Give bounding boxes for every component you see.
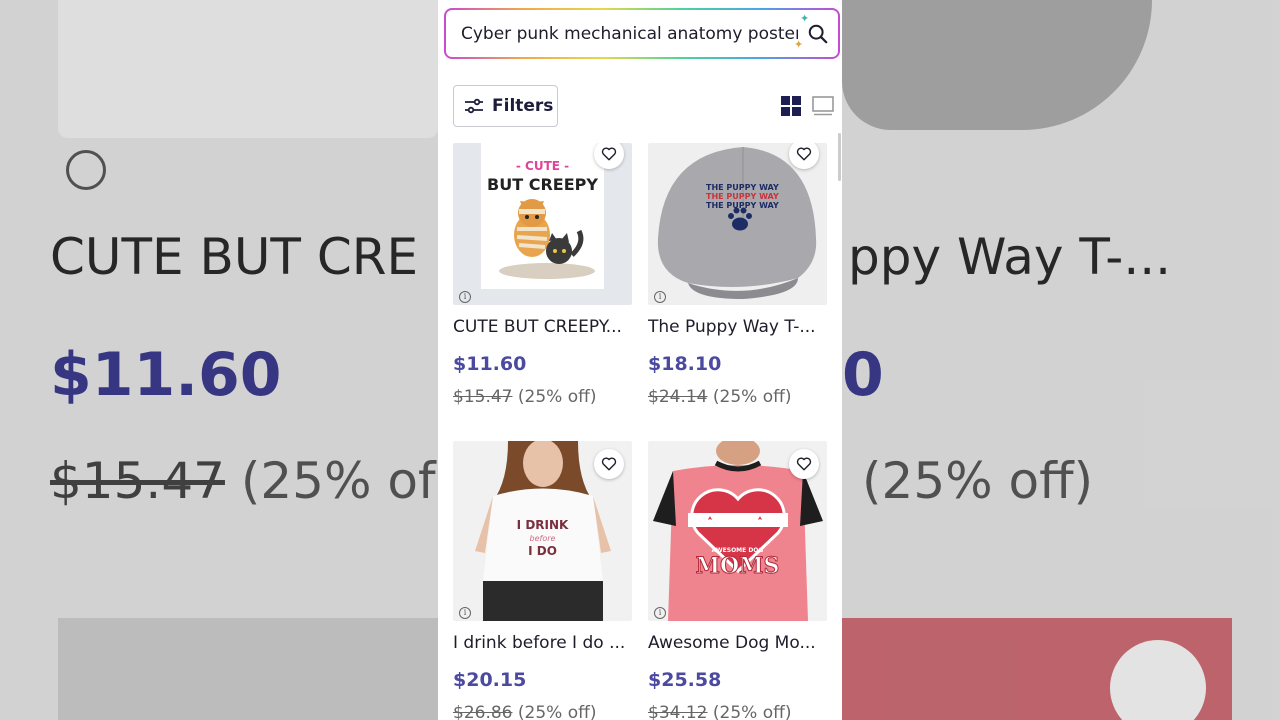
search-input[interactable]: Cyber punk mechanical anatomy posters: [461, 24, 798, 44]
info-icon[interactable]: i: [654, 607, 666, 619]
scrollbar[interactable]: [838, 133, 841, 181]
shirt-print: I DRINK before I DO: [453, 519, 632, 558]
favorite-button[interactable]: [594, 449, 624, 479]
product-card[interactable]: AWESOME DOG MOMS i Awesome Dog Mo... $25…: [648, 441, 827, 720]
original-price: $15.47: [453, 387, 513, 407]
shirt-print-line: MOMS: [695, 553, 780, 580]
filters-button[interactable]: Filters: [453, 85, 558, 127]
original-price: $24.14: [648, 387, 708, 407]
product-title[interactable]: The Puppy Way T-...: [648, 317, 827, 337]
heart-icon: [601, 147, 617, 161]
product-title[interactable]: Awesome Dog Mo...: [648, 633, 827, 653]
single-view-icon[interactable]: [812, 96, 834, 116]
sliders-icon: [465, 98, 483, 114]
paw-print-icon: [728, 207, 752, 231]
shirt-print-line: I DRINK: [516, 518, 569, 532]
poster-text-creepy: BUT CREEPY: [487, 175, 598, 194]
discount-label: (25% off): [517, 703, 597, 720]
info-icon[interactable]: i: [459, 291, 471, 303]
grid-view-icon[interactable]: [781, 96, 801, 116]
product-price: $11.60: [453, 353, 527, 375]
cap-print-line: THE PUPPY WAY: [706, 183, 779, 192]
shirt-print-line: I DO: [528, 544, 557, 558]
info-icon[interactable]: i: [654, 291, 666, 303]
product-card[interactable]: THE PUPPY WAY THE PUPPY WAY THE PUPPY WA…: [648, 143, 827, 407]
phone-screen: Cyber punk mechanical anatomy posters ✦ …: [438, 0, 842, 720]
info-icon[interactable]: i: [459, 607, 471, 619]
favorite-button[interactable]: [594, 143, 624, 169]
poster-text-cute: - CUTE -: [515, 159, 570, 173]
product-title[interactable]: I drink before I do ...: [453, 633, 632, 653]
product-original-price: $15.47 (25% off): [453, 387, 632, 407]
heart-icon: [601, 457, 617, 471]
product-price: $18.10: [648, 353, 722, 375]
filters-label: Filters: [492, 96, 554, 116]
product-card[interactable]: - CUTE - BUT CREEPY i CUTE BUT CREEPY...…: [453, 143, 632, 407]
product-price: $25.58: [648, 669, 722, 691]
heart-icon: [796, 147, 812, 161]
discount-label: (25% off): [712, 387, 792, 407]
favorite-button[interactable]: [789, 449, 819, 479]
product-original-price: $24.14 (25% off): [648, 387, 827, 407]
product-title[interactable]: CUTE BUT CREEPY...: [453, 317, 632, 337]
product-image[interactable]: I DRINK before I DO i: [453, 441, 632, 621]
product-image[interactable]: THE PUPPY WAY THE PUPPY WAY THE PUPPY WA…: [648, 143, 827, 305]
poster-sheet: - CUTE - BUT CREEPY: [481, 143, 604, 289]
product-image[interactable]: - CUTE - BUT CREEPY i: [453, 143, 632, 305]
search-icon: [808, 24, 828, 43]
sparkle-icon: ✦: [800, 11, 810, 25]
original-price: $26.86: [453, 703, 513, 720]
search-box[interactable]: Cyber punk mechanical anatomy posters ✦ …: [444, 8, 840, 59]
product-original-price: $34.12 (25% off): [648, 703, 827, 720]
product-price: $20.15: [453, 669, 527, 691]
search-inner: Cyber punk mechanical anatomy posters ✦ …: [446, 10, 838, 57]
product-original-price: $26.86 (25% off): [453, 703, 632, 720]
product-image[interactable]: AWESOME DOG MOMS i: [648, 441, 827, 621]
discount-label: (25% off): [517, 387, 597, 407]
search-button[interactable]: ✦ ✦: [794, 11, 838, 54]
heart-icon: [796, 457, 812, 471]
cap-print-line: THE PUPPY WAY: [706, 192, 779, 201]
mummy-cat-illustration: [499, 199, 595, 279]
sparkle-icon: ✦: [794, 37, 804, 51]
original-price: $34.12: [648, 703, 708, 720]
product-card[interactable]: I DRINK before I DO i I drink before I d…: [453, 441, 632, 720]
discount-label: (25% off): [712, 703, 792, 720]
